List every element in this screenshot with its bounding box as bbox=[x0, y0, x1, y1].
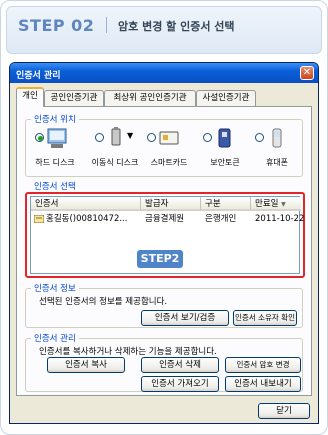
close-button[interactable]: 닫기 bbox=[258, 403, 310, 419]
change-password-button[interactable]: 인증서 암호 변경 bbox=[225, 357, 301, 373]
column-header-cert[interactable]: 인증서 bbox=[31, 197, 141, 211]
device-label-mobile-phone: 휴대폰 bbox=[265, 158, 289, 167]
cell-expires: 2011-10-22 bbox=[255, 214, 305, 224]
device-label-hard-disk: 하드 디스크 bbox=[35, 158, 75, 167]
tab-root-ca[interactable]: 최상위 공인인증기관 bbox=[104, 90, 196, 106]
step2-badge: STEP2 bbox=[137, 250, 183, 268]
dialog-title: 인증서 관리 bbox=[16, 71, 61, 81]
tab-personal[interactable]: 개인 bbox=[16, 87, 44, 107]
dialog-titlebar[interactable]: 인증서 관리 ✕ bbox=[10, 63, 318, 83]
cell-issuer: 금융결제원 bbox=[145, 214, 185, 224]
info-group-label: 인증서 정보 bbox=[31, 282, 79, 294]
device-label-security-token: 보안토큰 bbox=[210, 158, 240, 167]
verify-owner-button[interactable]: 인증서 소유자 확인 bbox=[233, 310, 297, 326]
info-description: 선택된 인증서의 정보를 제공합니다. bbox=[39, 297, 168, 307]
column-header-type[interactable]: 구분 bbox=[201, 197, 251, 211]
copy-cert-button[interactable]: 인증서 복사 bbox=[47, 357, 125, 373]
step-title: 암호 변경 할 인증서 선택 bbox=[118, 20, 235, 33]
radio-mobile-phone[interactable] bbox=[255, 133, 264, 142]
tab-panel: 인증서 위치 하드 디스크 ▼ 이동식 디스크 스마트카드 보안토큰 휴대폰 인… bbox=[16, 106, 312, 396]
column-header-issuer[interactable]: 발급자 bbox=[141, 197, 201, 211]
radio-removable-disk[interactable] bbox=[95, 133, 104, 142]
cert-manager-dialog: 인증서 관리 ✕ 개인 공인인증기관 최상위 공인인증기관 사설인증기관 인증서… bbox=[9, 62, 319, 424]
delete-cert-button[interactable]: 인증서 삭제 bbox=[141, 357, 219, 373]
radio-hard-disk[interactable] bbox=[35, 133, 44, 142]
smartcard-icon bbox=[159, 127, 179, 149]
device-label-smartcard: 스마트카드 bbox=[150, 158, 188, 167]
export-cert-button[interactable]: 인증서 내보내기 bbox=[225, 376, 301, 392]
chevron-down-icon[interactable]: ▼ bbox=[127, 131, 133, 140]
cell-cert-name: 홍길동()00810472... bbox=[46, 214, 128, 224]
removable-disk-icon bbox=[107, 127, 127, 149]
radio-security-token[interactable] bbox=[203, 133, 212, 142]
manage-group-label: 인증서 관리 bbox=[31, 332, 79, 344]
view-verify-cert-button[interactable]: 인증서 보기/검증 bbox=[141, 310, 229, 326]
security-token-icon bbox=[215, 127, 235, 149]
certificate-icon bbox=[33, 214, 45, 224]
radio-smartcard[interactable] bbox=[147, 133, 156, 142]
tab-private-ca[interactable]: 사설인증기관 bbox=[196, 90, 256, 106]
device-label-removable-disk: 이동식 디스크 bbox=[91, 158, 139, 167]
tab-public-ca[interactable]: 공인인증기관 bbox=[44, 90, 104, 106]
sort-down-icon: ▼ bbox=[281, 201, 286, 208]
hard-disk-icon bbox=[47, 127, 67, 149]
import-cert-button[interactable]: 인증서 가져오기 bbox=[141, 376, 219, 392]
manage-description: 인증서를 복사하거나 삭제하는 기능을 제공합니다. bbox=[39, 347, 217, 357]
step-number: STEP 02 bbox=[18, 16, 95, 35]
cell-type: 은행개인 bbox=[205, 214, 237, 224]
close-icon[interactable]: ✕ bbox=[300, 66, 314, 80]
step-divider bbox=[106, 17, 107, 33]
column-header-expires-label: 만료일 bbox=[255, 199, 279, 209]
location-group-label: 인증서 위치 bbox=[31, 113, 79, 125]
table-row[interactable]: 홍길동()00810472... 금융결제원 은행개인 2011-10-22 bbox=[31, 213, 304, 226]
column-header-expires[interactable]: 만료일 ▼ bbox=[251, 197, 301, 211]
mobile-phone-icon bbox=[267, 127, 287, 149]
selection-group-label: 인증서 선택 bbox=[34, 182, 76, 192]
